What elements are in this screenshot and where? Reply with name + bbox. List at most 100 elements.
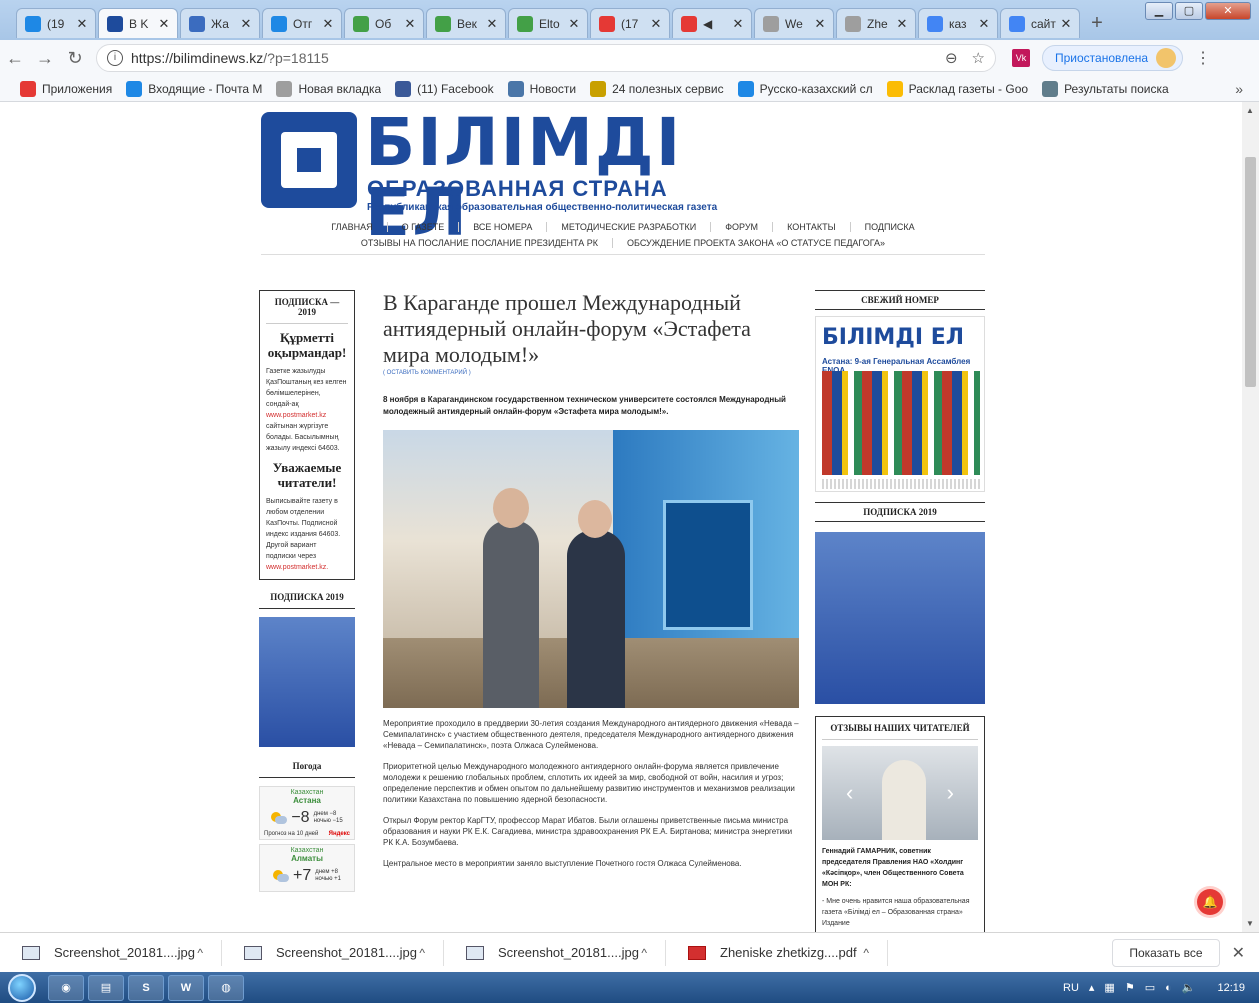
nav-link[interactable]: ГЛАВНАЯ <box>317 222 386 232</box>
browser-menu-icon[interactable]: ⋮ <box>1195 48 1211 68</box>
site-logo[interactable]: БІЛІМДІ ЕЛ ОБРАЗОВАННАЯ СТРАНА Республик… <box>261 108 761 248</box>
tray-arrow-icon[interactable]: ▴ <box>1089 981 1095 994</box>
security-icon[interactable]: ◐ <box>1165 982 1172 994</box>
chrome-taskbar-icon[interactable]: ◉ <box>48 974 84 1001</box>
bookmark-item[interactable]: Новая вкладка <box>276 80 381 97</box>
site-info-icon[interactable]: i <box>107 50 123 66</box>
display-icon[interactable]: ▭ <box>1145 981 1155 994</box>
download-options-icon[interactable]: ^ <box>641 946 647 960</box>
download-options-icon[interactable]: ^ <box>419 946 425 960</box>
nav-link[interactable]: ВСЕ НОМЕРА <box>458 222 546 232</box>
nav-link[interactable]: МЕТОДИЧЕСКИЕ РАЗРАБОТКИ <box>546 222 710 232</box>
download-item[interactable]: Zheniske zhetkizg....pdf ^ <box>666 939 888 966</box>
tab-close-icon[interactable]: ✕ <box>1059 16 1073 32</box>
bookmark-star-icon[interactable]: ☆ <box>972 49 985 67</box>
bookmark-item[interactable]: Расклад газеты - Goo <box>886 80 1028 97</box>
profile-paused-button[interactable]: Приостановлена <box>1042 45 1184 71</box>
nav-link[interactable]: КОНТАКТЫ <box>772 222 850 232</box>
bookmark-item[interactable]: Новости <box>507 80 576 97</box>
bookmark-item[interactable]: 24 полезных сервис <box>590 80 724 97</box>
tab-close-icon[interactable]: ✕ <box>403 16 417 32</box>
weather-card[interactable]: Казахстан Алматы +7 днем +8 ночью +1 <box>259 844 355 892</box>
nav-link[interactable]: ОТЗЫВЫ НА ПОСЛАНИЕ ПОСЛАНИЕ ПРЕЗИДЕНТА Р… <box>347 238 612 248</box>
reload-button[interactable]: ↻ <box>60 48 90 69</box>
new-tab-button[interactable]: + <box>1082 8 1112 38</box>
bookmark-item[interactable]: Приложения <box>20 80 112 97</box>
notification-bell-icon[interactable]: 🔔 <box>1197 889 1223 915</box>
tab-close-icon[interactable]: ✕ <box>977 16 991 32</box>
zoom-icon[interactable]: ⊖ <box>945 49 958 67</box>
app-taskbar-icon[interactable]: ◍ <box>208 974 244 1001</box>
download-item[interactable]: Screenshot_20181....jpg ^ <box>0 939 222 966</box>
forecast-link[interactable]: Прогноз на 10 дней <box>264 831 318 837</box>
nav-link[interactable]: О ГАЗЕТЕ <box>386 222 459 232</box>
tab-close-icon[interactable]: ✕ <box>649 16 663 32</box>
download-item[interactable]: Screenshot_20181....jpg ^ <box>444 939 666 966</box>
scroll-thumb[interactable] <box>1245 157 1256 387</box>
slider-next-icon[interactable]: › <box>947 780 954 806</box>
bookmark-item[interactable]: (11) Facebook <box>395 80 494 97</box>
slider-prev-icon[interactable]: ‹ <box>846 780 853 806</box>
article-photo[interactable] <box>383 430 799 708</box>
ru-postmarket-link[interactable]: www.postmarket.kz. <box>266 564 328 571</box>
browser-tab[interactable]: Об ✕ <box>344 8 424 38</box>
download-options-icon[interactable]: ^ <box>197 946 203 960</box>
tab-close-icon[interactable]: ✕ <box>895 16 909 32</box>
clock[interactable]: 12:19 <box>1217 982 1245 994</box>
article-headline[interactable]: В Караганде прошел Международный антияде… <box>383 290 801 368</box>
address-bar[interactable]: i https://bilimdinews.kz/?p=18115 ⊖ ☆ <box>96 44 996 72</box>
tab-close-icon[interactable]: ✕ <box>485 16 499 32</box>
yandex-logo[interactable]: Яндекс <box>329 831 350 837</box>
browser-tab[interactable]: B K ✕ <box>98 8 178 38</box>
extension-icon[interactable]: Vk <box>1012 49 1030 67</box>
browser-tab[interactable]: Zhe ✕ <box>836 8 916 38</box>
browser-tab[interactable]: каз ✕ <box>918 8 998 38</box>
weather-card[interactable]: Казахстан Астана −8 днем −8 ночью −15 Прогноз… <box>259 786 355 840</box>
word-taskbar-icon[interactable]: W <box>168 974 204 1001</box>
show-all-downloads-button[interactable]: Показать все <box>1112 938 1220 967</box>
network-icon[interactable]: ▦ <box>1104 981 1114 994</box>
tab-close-icon[interactable]: ✕ <box>157 16 171 32</box>
nav-link[interactable]: ПОДПИСКА <box>849 222 929 232</box>
skype-taskbar-icon[interactable]: S <box>128 974 164 1001</box>
download-item[interactable]: Screenshot_20181....jpg ^ <box>222 939 444 966</box>
browser-tab[interactable]: Отг ✕ <box>262 8 342 38</box>
tab-close-icon[interactable]: ✕ <box>813 16 827 32</box>
download-options-icon[interactable]: ^ <box>863 946 869 960</box>
tab-close-icon[interactable]: ✕ <box>731 16 745 32</box>
tab-close-icon[interactable]: ✕ <box>75 16 89 32</box>
bookmarks-overflow-icon[interactable]: » <box>1235 81 1243 97</box>
scroll-down-icon[interactable]: ▼ <box>1246 919 1254 928</box>
forward-button[interactable]: → <box>30 48 60 69</box>
browser-tab[interactable]: Elto ✕ <box>508 8 588 38</box>
browser-tab[interactable]: Век ✕ <box>426 8 506 38</box>
tab-close-icon[interactable]: ✕ <box>321 16 335 32</box>
browser-tab[interactable]: сайт ну✕ <box>1000 8 1080 38</box>
page-scrollbar[interactable]: ▲ ▼ <box>1242 102 1259 932</box>
bookmark-item[interactable]: Результаты поиска <box>1042 80 1169 97</box>
flag-icon[interactable]: ⚑ <box>1125 981 1135 994</box>
bookmark-item[interactable]: Входящие - Почта М <box>126 80 262 97</box>
browser-tab[interactable]: (17 ✕ <box>590 8 670 38</box>
subscription-promo-image[interactable] <box>259 617 355 747</box>
close-downloads-icon[interactable]: ✕ <box>1232 943 1245 963</box>
maximize-button[interactable]: ▢ <box>1175 2 1203 20</box>
browser-tab[interactable]: We ✕ <box>754 8 834 38</box>
start-button[interactable] <box>0 973 44 1003</box>
browser-tab[interactable]: ◀︎ ✕ <box>672 8 752 38</box>
bookmark-item[interactable]: Русско-казахский сл <box>737 80 873 97</box>
right-subscription-promo[interactable] <box>815 532 985 704</box>
back-button[interactable]: ← <box>0 48 30 69</box>
minimize-button[interactable]: ▁ <box>1145 2 1173 20</box>
leave-comment-link[interactable]: ( ОСТАВИТЬ КОММЕНТАРИЙ ) <box>383 370 801 376</box>
nav-link[interactable]: ОБСУЖДЕНИЕ ПРОЕКТА ЗАКОНА «О СТАТУСЕ ПЕД… <box>612 238 899 248</box>
browser-tab[interactable]: (19 ✕ <box>16 8 96 38</box>
browser-tab[interactable]: Жа ✕ <box>180 8 260 38</box>
kz-postmarket-link[interactable]: www.postmarket.kz <box>266 412 326 419</box>
language-indicator[interactable]: RU <box>1063 982 1079 994</box>
nav-link[interactable]: ФОРУМ <box>710 222 772 232</box>
close-window-button[interactable]: ✕ <box>1205 2 1251 20</box>
tab-close-icon[interactable]: ✕ <box>567 16 581 32</box>
fresh-issue-cover[interactable]: БІЛІМДІ ЕЛ Астана: 9-ая Генеральная Асса… <box>815 316 985 492</box>
volume-icon[interactable]: 🔈 <box>1182 981 1196 994</box>
